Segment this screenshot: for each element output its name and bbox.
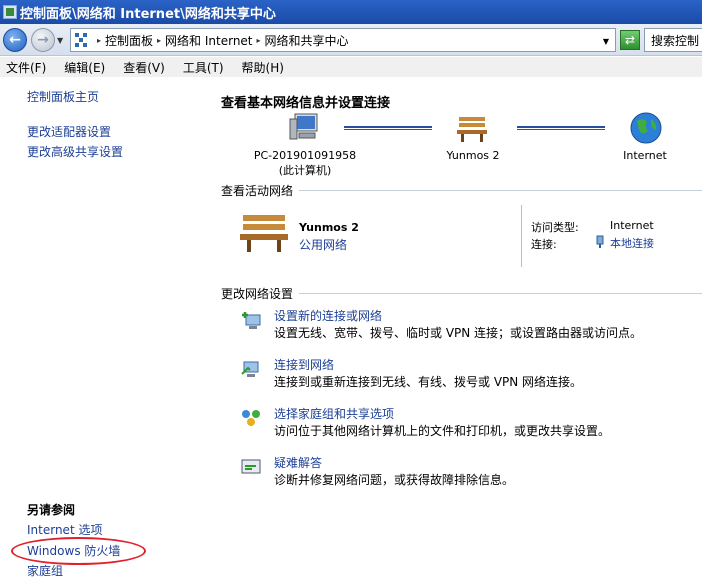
- menu-bar: 文件(F) 编辑(E) 查看(V) 工具(T) 帮助(H): [0, 57, 702, 77]
- ethernet-icon: [596, 235, 604, 248]
- menu-help[interactable]: 帮助(H): [242, 59, 284, 76]
- chevron-right-icon[interactable]: ▸: [257, 36, 261, 45]
- breadcrumb-network-center[interactable]: 网络和共享中心: [265, 32, 349, 49]
- computer-icon[interactable]: [287, 111, 321, 145]
- computer-name: PC-201901091958: [253, 149, 357, 162]
- address-dropdown-icon[interactable]: ▼: [603, 37, 609, 46]
- menu-tools[interactable]: 工具(T): [183, 59, 224, 76]
- advanced-sharing-link[interactable]: 更改高级共享设置: [27, 143, 123, 160]
- back-button[interactable]: ←: [3, 28, 27, 52]
- connect-network-link[interactable]: 连接到网络: [274, 356, 334, 373]
- new-connection-icon: [242, 312, 261, 329]
- homegroup-sharing-desc: 访问位于其他网络计算机上的文件和打印机，或更改共享设置。: [274, 424, 611, 438]
- access-type-label: 访问类型:: [531, 221, 579, 234]
- troubleshoot-icon: [241, 459, 261, 474]
- chevron-right-icon[interactable]: ▸: [157, 36, 161, 45]
- arrow-right-icon: →: [37, 32, 49, 48]
- section-divider: [299, 293, 702, 294]
- search-placeholder: 搜索控制: [651, 33, 700, 48]
- refresh-button[interactable]: ⇄: [620, 30, 640, 50]
- map-connector: [517, 126, 605, 130]
- main-content: 查看基本网络信息并设置连接 PC-201901091958 (此计算机) Yun…: [210, 77, 702, 586]
- window-title: 控制面板\网络和 Internet\网络和共享中心: [20, 6, 276, 22]
- menu-edit[interactable]: 编辑(E): [64, 59, 105, 76]
- access-type-value: Internet: [610, 219, 654, 232]
- internet-node: Internet: [605, 149, 685, 162]
- new-connection-desc: 设置无线、宽带、拨号、临时或 VPN 连接；或设置路由器或访问点。: [274, 326, 643, 340]
- bench-large-icon[interactable]: [239, 209, 289, 253]
- homegroup-icon: [242, 410, 260, 426]
- network-type-link[interactable]: 公用网络: [299, 236, 347, 253]
- title-bar: 控制面板\网络和 Internet\网络和共享中心: [0, 0, 702, 24]
- network-node: Yunmos 2: [428, 149, 518, 162]
- troubleshoot-link[interactable]: 疑难解答: [274, 454, 322, 471]
- active-networks-title: 查看活动网络: [221, 184, 294, 198]
- bench-icon[interactable]: [456, 112, 488, 144]
- change-settings-title: 更改网络设置: [221, 287, 294, 301]
- internet-options-link[interactable]: Internet 选项: [27, 521, 102, 538]
- active-network-name: Yunmos 2: [299, 221, 359, 234]
- connect-network-desc: 连接到或重新连接到无线、有线、拨号或 VPN 网络连接。: [274, 375, 583, 389]
- local-connection-link[interactable]: 本地连接: [610, 235, 654, 251]
- menu-view[interactable]: 查看(V): [123, 59, 165, 76]
- sidebar: 控制面板主页 更改适配器设置 更改高级共享设置 另请参阅 Internet 选项…: [0, 77, 210, 586]
- homegroup-sharing-link[interactable]: 选择家庭组和共享选项: [274, 405, 394, 422]
- address-bar[interactable]: ▸ 控制面板 ▸ 网络和 Internet ▸ 网络和共享中心 ▼: [70, 28, 616, 52]
- network-map-icon: [75, 33, 89, 47]
- new-connection-link[interactable]: 设置新的连接或网络: [274, 307, 382, 324]
- address-toolbar: ← → ▼ ▸ 控制面板 ▸ 网络和 Internet ▸ 网络和共享中心 ▼ …: [0, 24, 702, 56]
- search-input[interactable]: 搜索控制: [644, 28, 702, 52]
- adapter-settings-link[interactable]: 更改适配器设置: [27, 123, 111, 140]
- control-panel-icon: [3, 5, 17, 19]
- breadcrumb: ▸ 控制面板 ▸ 网络和 Internet ▸ 网络和共享中心: [93, 32, 349, 49]
- computer-node: PC-201901091958 (此计算机): [251, 149, 359, 178]
- highlight-circle: [11, 537, 146, 565]
- homegroup-link[interactable]: 家庭组: [27, 562, 63, 579]
- connect-network-icon: [241, 361, 259, 377]
- troubleshoot-desc: 诊断并修复网络问题，或获得故障排除信息。: [274, 473, 515, 487]
- network-name: Yunmos 2: [446, 149, 500, 162]
- computer-sub: (此计算机): [278, 164, 332, 177]
- breadcrumb-network-internet[interactable]: 网络和 Internet: [165, 32, 252, 49]
- refresh-icon: ⇄: [624, 33, 636, 47]
- section-divider: [299, 190, 702, 191]
- map-connector: [344, 126, 432, 130]
- forward-button[interactable]: →: [31, 28, 55, 52]
- page-title: 查看基本网络信息并设置连接: [221, 96, 391, 111]
- connection-label: 连接:: [531, 238, 557, 251]
- vertical-divider: [521, 205, 522, 267]
- breadcrumb-control-panel[interactable]: 控制面板: [105, 32, 153, 49]
- internet-label: Internet: [623, 149, 667, 162]
- chevron-right-icon[interactable]: ▸: [97, 36, 101, 45]
- globe-icon[interactable]: [629, 111, 663, 145]
- arrow-left-icon: ←: [9, 32, 21, 48]
- menu-file[interactable]: 文件(F): [6, 59, 46, 76]
- history-dropdown-icon[interactable]: ▼: [57, 36, 63, 45]
- control-panel-home-link[interactable]: 控制面板主页: [27, 88, 99, 105]
- see-also-title: 另请参阅: [27, 503, 76, 517]
